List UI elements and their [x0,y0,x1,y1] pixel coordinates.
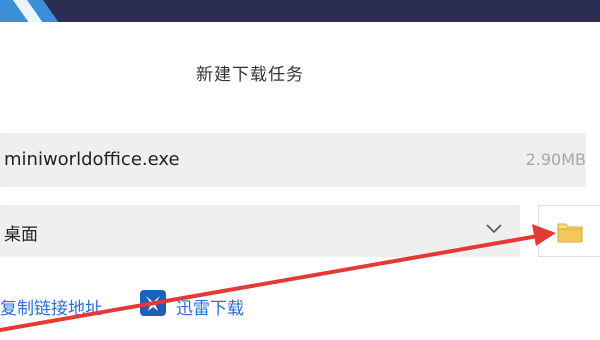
chevron-down-icon [486,224,502,234]
copy-link-address[interactable]: 复制链接地址 [0,294,102,319]
xunlei-logo-icon [140,290,166,316]
xunlei-download-label: 迅雷下载 [176,299,244,319]
folder-icon [557,223,583,243]
save-path-dropdown[interactable]: 桌面 [0,205,520,257]
file-name: miniworldoffice.exe [4,149,180,170]
file-size: 2.90MB [525,150,586,169]
file-name-field[interactable]: miniworldoffice.exe 2.90MB [0,133,586,187]
save-path-value: 桌面 [4,225,38,245]
browse-folder-button[interactable] [538,205,600,257]
top-banner [0,0,600,22]
dialog-title: 新建下载任务 [196,65,304,85]
